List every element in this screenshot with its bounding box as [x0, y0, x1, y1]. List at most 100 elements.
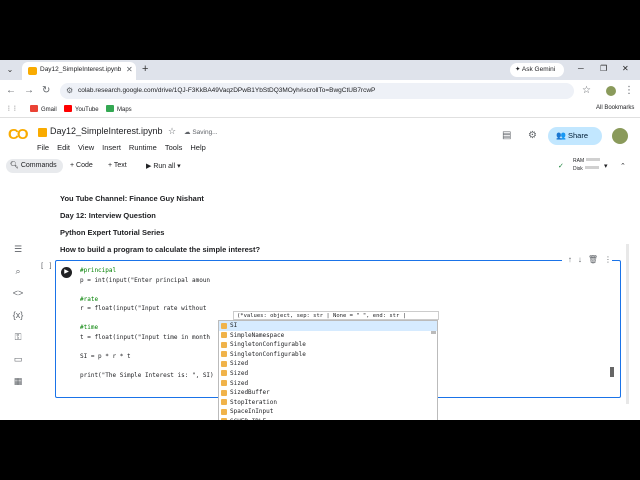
- all-bookmarks-label: All Bookmarks: [596, 105, 635, 111]
- commands-button[interactable]: 🔍︎ Commands: [6, 159, 63, 173]
- profile-avatar[interactable]: [606, 86, 616, 96]
- menu-insert[interactable]: Insert: [102, 143, 121, 152]
- autocomplete-item[interactable]: SpaceInInput: [219, 407, 437, 417]
- resource-monitor[interactable]: RAM Disk: [573, 157, 601, 173]
- tab-search-icon[interactable]: ⌄: [4, 64, 16, 76]
- autocomplete-item[interactable]: SizedBuffer: [219, 388, 437, 398]
- autocomplete-item[interactable]: SingletonConfigurable: [219, 340, 437, 350]
- all-bookmarks[interactable]: All Bookmarks: [596, 105, 634, 111]
- back-icon[interactable]: ←: [6, 85, 16, 96]
- settings-icon[interactable]: ⚙: [528, 130, 537, 141]
- find-replace-icon[interactable]: ⌕: [12, 266, 24, 277]
- move-down-icon[interactable]: ↓: [578, 255, 582, 264]
- code-snippets-icon[interactable]: <>: [12, 288, 24, 298]
- autocomplete-item[interactable]: SI: [219, 321, 437, 331]
- colab-favicon: [28, 67, 37, 75]
- terminal-table-icon[interactable]: ▦: [12, 376, 24, 387]
- new-tab-icon[interactable]: +: [142, 63, 148, 75]
- symbol-icon: [221, 370, 227, 377]
- symbol-icon: [221, 332, 227, 339]
- autocomplete-item[interactable]: Sized: [219, 369, 437, 379]
- collapse-toolbar-icon[interactable]: ⌃: [620, 162, 626, 170]
- site-info-icon[interactable]: ⚙: [66, 86, 73, 95]
- maximize-icon[interactable]: ❐: [600, 64, 607, 73]
- symbol-icon: [221, 341, 227, 348]
- editor-scrollbar[interactable]: [610, 367, 614, 377]
- add-text-button[interactable]: + Text: [108, 162, 127, 169]
- add-code-button[interactable]: + Code: [70, 162, 93, 169]
- colab-logo[interactable]: CO: [8, 126, 28, 143]
- autocomplete-item[interactable]: Sized: [219, 359, 437, 369]
- screen: ⌄ Day12_SimpleInterest.ipynb - C ✕ + ✦ A…: [0, 60, 640, 420]
- account-avatar[interactable]: [612, 128, 628, 144]
- star-icon[interactable]: ☆: [168, 126, 176, 137]
- autocomplete-item-label: Sized: [230, 360, 249, 368]
- menu-file[interactable]: File: [37, 143, 49, 152]
- secrets-key-icon[interactable]: ⚿: [12, 332, 24, 343]
- omnibox[interactable]: ⚙ colab.research.google.com/drive/1QJ-F3…: [60, 83, 574, 99]
- bookmark-star-icon[interactable]: ☆: [582, 85, 591, 96]
- close-window-icon[interactable]: ✕: [622, 64, 629, 73]
- symbol-icon: [221, 351, 227, 358]
- run-all-button[interactable]: ▶ Run all ▾: [146, 162, 181, 170]
- delete-cell-icon[interactable]: 🗑︎: [588, 255, 598, 264]
- chevron-down-icon: ▾: [177, 163, 181, 170]
- browser-tab[interactable]: Day12_SimpleInterest.ipynb - C ✕: [22, 62, 136, 80]
- share-label: Share: [568, 131, 589, 140]
- saving-status: ☁ Saving...: [184, 129, 218, 136]
- comments-icon[interactable]: ▤: [502, 130, 511, 141]
- ask-gemini-button[interactable]: ✦ Ask Gemini: [510, 63, 564, 77]
- bookmark-label: YouTube: [75, 107, 99, 113]
- apps-grid-icon[interactable]: ⋮⋮: [6, 105, 18, 112]
- move-up-icon[interactable]: ↑: [568, 255, 572, 264]
- symbol-icon: [221, 399, 227, 406]
- files-folder-icon[interactable]: ▭: [12, 354, 24, 365]
- menu-view[interactable]: View: [78, 143, 94, 152]
- run-cell-button[interactable]: ▶: [61, 267, 72, 278]
- menu-help[interactable]: Help: [190, 143, 205, 152]
- autocomplete-item[interactable]: SimpleNamespace: [219, 331, 437, 341]
- notebook-scrollbar[interactable]: [626, 244, 629, 404]
- code-line: SI = p * r * t: [80, 352, 131, 360]
- ram-label: RAM: [573, 158, 585, 164]
- reload-icon[interactable]: ↻: [42, 85, 50, 96]
- tab-close-icon[interactable]: ✕: [126, 65, 133, 74]
- share-button[interactable]: 👥 Share: [548, 127, 602, 145]
- bookmark-gmail[interactable]: Gmail: [30, 105, 57, 113]
- menu-tools[interactable]: Tools: [165, 143, 183, 152]
- symbol-icon: [221, 360, 227, 367]
- symbol-icon: [221, 380, 227, 387]
- text-line: Python Expert Tutorial Series: [60, 228, 165, 237]
- variables-icon[interactable]: {x}: [12, 310, 24, 320]
- autocomplete-item[interactable]: Sized: [219, 379, 437, 389]
- browser-menu-icon[interactable]: ⋮: [624, 85, 634, 96]
- bookmark-youtube[interactable]: YouTube: [64, 105, 99, 113]
- autocomplete-item[interactable]: SingletonConfigurable: [219, 350, 437, 360]
- commands-label: Commands: [20, 162, 57, 169]
- code-line: r = float(input("Input rate without: [80, 305, 207, 312]
- table-of-contents-icon[interactable]: ☰: [12, 244, 24, 255]
- minimize-icon[interactable]: ─: [578, 64, 584, 73]
- text-cell[interactable]: You Tube Channel: Finance Guy Nishant Da…: [60, 194, 260, 262]
- code-editor[interactable]: #principal p = int(input("Enter principal…: [80, 266, 214, 380]
- autocomplete-item[interactable]: SCHED_IDLE: [219, 417, 437, 420]
- more-options-icon[interactable]: ⋮: [604, 255, 612, 264]
- menu-edit[interactable]: Edit: [57, 143, 70, 152]
- menu-runtime[interactable]: Runtime: [129, 143, 157, 152]
- autocomplete-popup[interactable]: SI SimpleNamespace SingletonConfigurable Si…: [218, 320, 438, 420]
- bookmark-maps[interactable]: Maps: [106, 105, 132, 113]
- autocomplete-item-label: Sized: [230, 369, 249, 377]
- notebook-toolbar: 🔍︎ Commands + Code + Text ▶ Run all ▾ ✓ …: [0, 157, 640, 176]
- code-line: print("The Simple Interest is: ", SI): [80, 371, 214, 379]
- notebook-title[interactable]: Day12_SimpleInterest.ipynb: [50, 126, 163, 136]
- forward-icon[interactable]: →: [24, 85, 34, 96]
- code-line: t = float(input("Input time in month: [80, 333, 211, 341]
- runtime-dropdown-icon[interactable]: ▾: [604, 162, 608, 170]
- autocomplete-item[interactable]: StopIteration: [219, 398, 437, 408]
- disk-label: Disk: [573, 166, 583, 172]
- code-line: #rate: [80, 295, 99, 303]
- autocomplete-item-label: SCHED_IDLE: [230, 418, 266, 420]
- autocomplete-item-label: SizedBuffer: [230, 389, 270, 397]
